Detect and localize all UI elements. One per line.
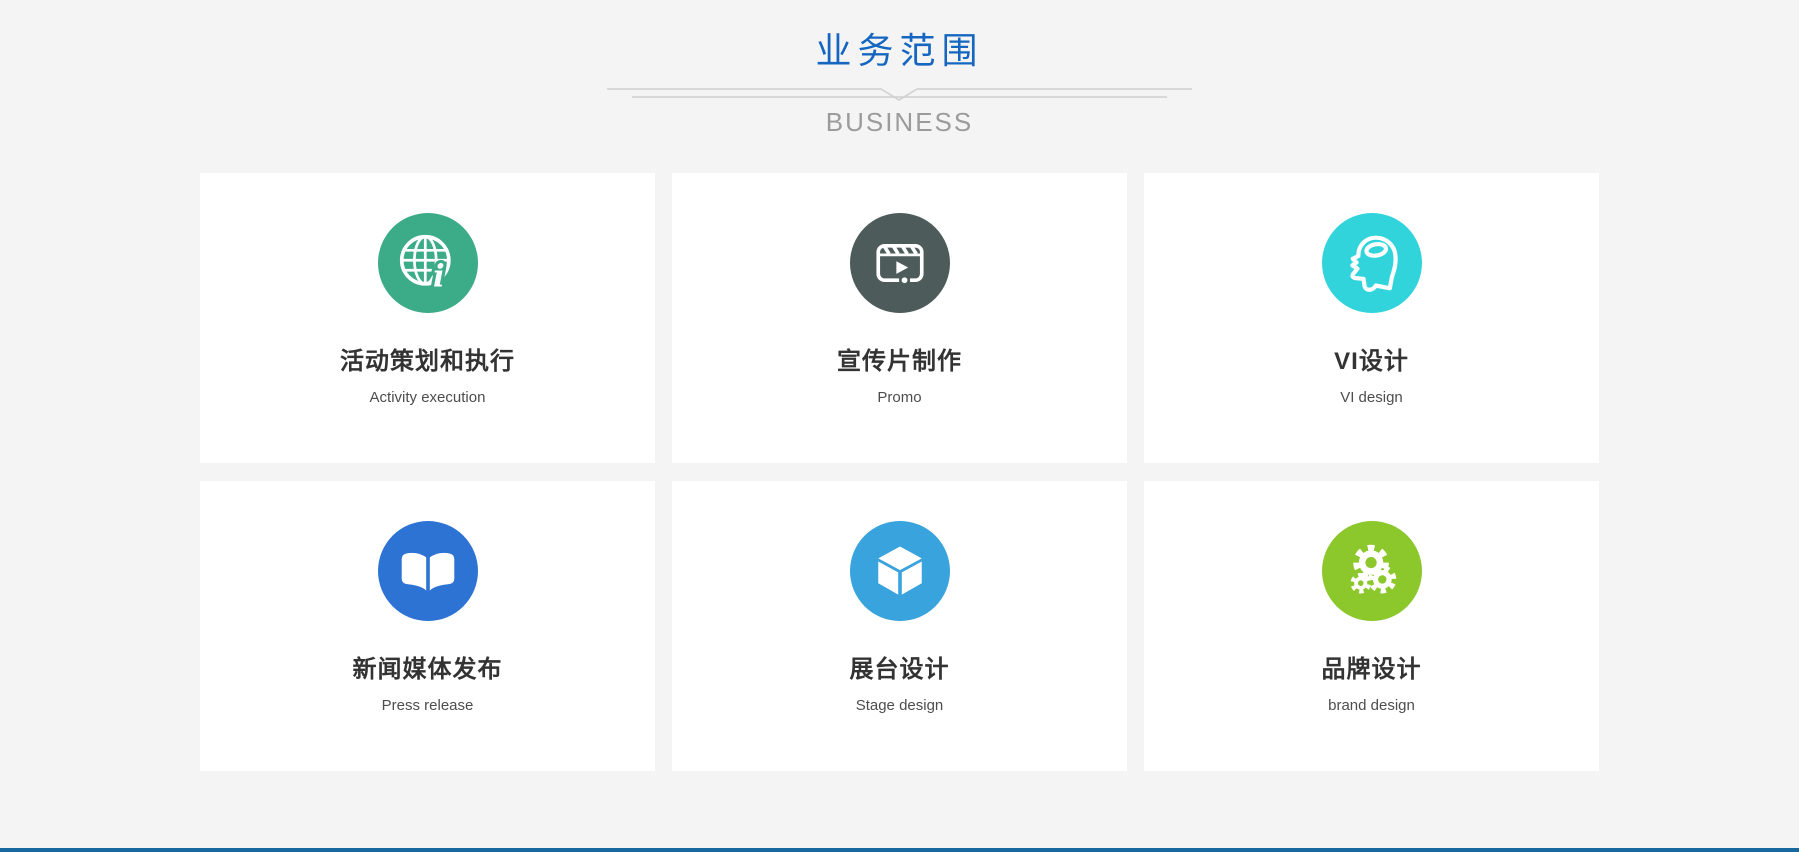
head-profile-icon [1322, 213, 1422, 313]
card-title: 活动策划和执行 [200, 341, 655, 376]
card-title: 展台设计 [672, 649, 1127, 684]
gears-icon [1322, 521, 1422, 621]
business-card-stage[interactable]: 展台设计 Stage design [672, 481, 1127, 771]
business-card-activity[interactable]: i 活动策划和执行 Activity execution [200, 173, 655, 463]
bottom-accent-bar [0, 848, 1799, 852]
card-subtitle-en: VI design [1144, 389, 1599, 406]
cube-icon [850, 521, 950, 621]
card-title: 品牌设计 [1144, 649, 1599, 684]
card-title: 新闻媒体发布 [200, 649, 655, 684]
business-card-vi-design[interactable]: VI设计 VI design [1144, 173, 1599, 463]
svg-text:i: i [433, 259, 445, 292]
card-subtitle-en: Press release [200, 697, 655, 714]
business-section: 业务范围 BUSINESS i [0, 0, 1799, 852]
business-card-brand[interactable]: 品牌设计 brand design [1144, 481, 1599, 771]
card-title: 宣传片制作 [672, 341, 1127, 376]
globe-info-icon: i [378, 213, 478, 313]
card-subtitle-en: Stage design [672, 697, 1127, 714]
section-title: 业务范围 [0, 22, 1799, 74]
card-title: VI设计 [1144, 341, 1599, 376]
divider-chevron-line [607, 83, 1192, 105]
business-card-press[interactable]: 新闻媒体发布 Press release [200, 481, 655, 771]
card-subtitle-en: Activity execution [200, 389, 655, 406]
section-subtitle-en: BUSINESS [0, 107, 1799, 138]
card-subtitle-en: brand design [1144, 697, 1599, 714]
open-book-icon [378, 521, 478, 621]
business-card-promo[interactable]: 宣传片制作 Promo [672, 173, 1127, 463]
section-header: 业务范围 BUSINESS [0, 0, 1799, 138]
clapperboard-play-icon [850, 213, 950, 313]
cards-grid: i 活动策划和执行 Activity execution [200, 173, 1599, 771]
card-subtitle-en: Promo [672, 389, 1127, 406]
